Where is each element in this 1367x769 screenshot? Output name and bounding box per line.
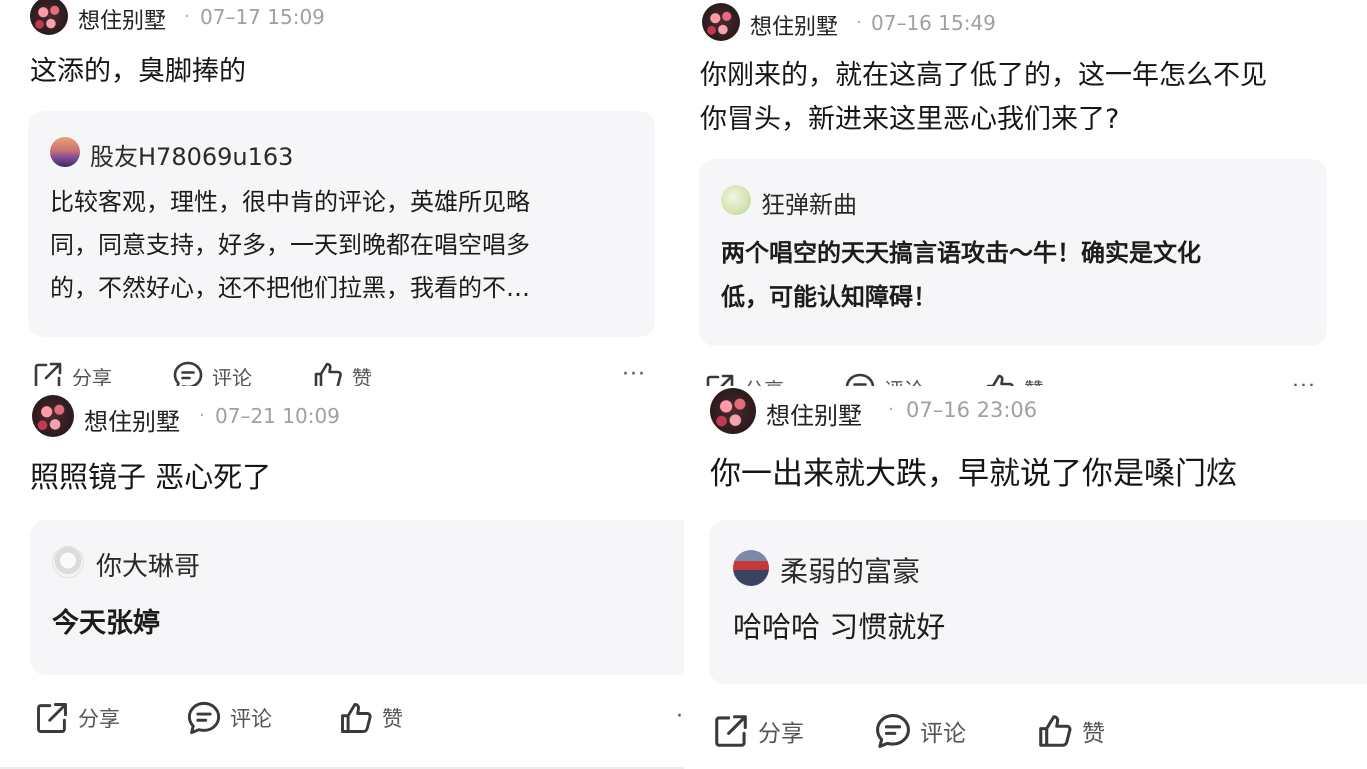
like-button[interactable]: 赞 bbox=[1036, 712, 1105, 750]
comment-text-line: 照照镜子 恶心死了 bbox=[30, 460, 272, 494]
separator-dot: · bbox=[888, 399, 894, 420]
like-button[interactable]: 赞 bbox=[984, 372, 1044, 386]
share-button[interactable]: 分享 bbox=[32, 360, 112, 386]
author-name[interactable]: 想住别墅 bbox=[750, 9, 838, 41]
author-avatar[interactable] bbox=[30, 0, 68, 35]
share-label: 分享 bbox=[72, 365, 112, 387]
comment-icon bbox=[876, 714, 910, 748]
comment-icon bbox=[173, 361, 203, 386]
like-button[interactable]: 赞 bbox=[312, 360, 372, 386]
share-icon bbox=[706, 374, 734, 386]
share-label: 分享 bbox=[744, 374, 784, 387]
comment-button[interactable]: 评论 bbox=[874, 712, 966, 750]
separator-dot: · bbox=[184, 6, 190, 27]
quote-text-line: 的，不然好心，还不把他们拉黑，我看的不… bbox=[50, 274, 530, 302]
author-avatar[interactable] bbox=[710, 388, 756, 434]
quote-author-avatar[interactable] bbox=[721, 185, 751, 215]
author-name[interactable]: 想住别墅 bbox=[766, 396, 862, 431]
quoted-reply[interactable]: 股友H78069u163 比较客观，理性，很中肯的评论，英雄所见略 同，同意支持… bbox=[28, 111, 655, 337]
comment-button[interactable]: 评论 bbox=[844, 372, 924, 386]
quote-text-line: 两个唱空的天天搞言语攻击～牛！确实是文化 bbox=[721, 239, 1201, 267]
comment-label: 评论 bbox=[230, 707, 272, 731]
quote-author-avatar[interactable] bbox=[733, 550, 769, 586]
like-label: 赞 bbox=[382, 707, 403, 731]
comment-card-1: 想住别墅 · 07–17 15:09 这添的，臭脚捧的 股友H78069u163… bbox=[0, 0, 684, 386]
quote-author-name[interactable]: 股友H78069u163 bbox=[90, 137, 293, 172]
post-time: 07–21 10:09 bbox=[215, 404, 340, 428]
quote-text-line: 比较客观，理性，很中肯的评论，英雄所见略 bbox=[50, 188, 530, 216]
comment-text-line: 这添的，臭脚捧的 bbox=[30, 56, 246, 87]
comment-card-2: 想住别墅 · 07–16 15:49 你刚来的，就在这高了低了的，这一年怎么不见… bbox=[684, 0, 1367, 386]
thumbs-up-icon bbox=[1039, 715, 1072, 747]
more-options-icon[interactable]: ··· bbox=[1292, 374, 1316, 386]
comment-card-4: 想住别墅 · 07–16 23:06 你一出来就大跌，早就说了你是嗓门炫 柔弱的… bbox=[684, 386, 1367, 769]
quote-text-line: 今天张婷 bbox=[52, 608, 160, 639]
more-options-icon[interactable]: ··· bbox=[622, 362, 646, 386]
quote-author-avatar[interactable] bbox=[52, 546, 84, 578]
share-button[interactable]: 分享 bbox=[34, 700, 120, 736]
comment-label: 评论 bbox=[884, 374, 924, 387]
comment-icon bbox=[845, 373, 875, 386]
quote-text-line: 低，可能认知障碍！ bbox=[721, 283, 937, 311]
like-button[interactable]: 赞 bbox=[338, 700, 403, 736]
quoted-reply[interactable]: 你大琳哥 今天张婷 bbox=[30, 520, 684, 675]
share-icon bbox=[715, 715, 747, 747]
quoted-reply[interactable]: 狂弹新曲 两个唱空的天天搞言语攻击～牛！确实是文化 低，可能认知障碍！ bbox=[699, 159, 1327, 346]
comment-text-line: 你一出来就大跌，早就说了你是嗓门炫 bbox=[710, 456, 1237, 492]
quoted-reply[interactable]: 柔弱的富豪 哈哈哈 习惯就好 bbox=[709, 520, 1367, 684]
author-avatar[interactable] bbox=[32, 395, 74, 437]
comment-label: 评论 bbox=[920, 721, 966, 747]
post-time: 07–16 23:06 bbox=[906, 398, 1038, 422]
comment-text-line: 你刚来的，就在这高了低了的，这一年怎么不见 bbox=[700, 60, 1267, 91]
quote-text-line: 同，同意支持，好多，一天到晚都在唱空唱多 bbox=[50, 231, 530, 259]
author-name[interactable]: 想住别墅 bbox=[78, 3, 166, 35]
separator-dot: · bbox=[856, 12, 862, 33]
quote-author-name[interactable]: 你大琳哥 bbox=[96, 546, 200, 583]
more-options-icon[interactable]: · bbox=[676, 704, 684, 729]
quote-author-name[interactable]: 狂弹新曲 bbox=[761, 185, 857, 220]
thumbs-up-icon bbox=[341, 703, 372, 733]
share-label: 分享 bbox=[78, 707, 120, 731]
thumbs-up-icon bbox=[314, 362, 342, 386]
comment-icon bbox=[187, 701, 221, 735]
share-icon bbox=[37, 703, 67, 733]
comment-button[interactable]: 评论 bbox=[172, 360, 252, 386]
like-label: 赞 bbox=[1024, 374, 1044, 387]
separator-dot: · bbox=[199, 405, 205, 426]
share-label: 分享 bbox=[758, 721, 804, 747]
share-button[interactable]: 分享 bbox=[712, 712, 804, 750]
post-time: 07–16 15:49 bbox=[871, 11, 996, 35]
comment-card-3: 想住别墅 · 07–21 10:09 照照镜子 恶心死了 你大琳哥 今天张婷 分… bbox=[0, 386, 684, 769]
like-label: 赞 bbox=[352, 365, 372, 387]
share-button[interactable]: 分享 bbox=[704, 372, 784, 386]
share-icon bbox=[34, 362, 62, 386]
author-avatar[interactable] bbox=[702, 3, 740, 41]
comment-label: 评论 bbox=[212, 365, 252, 387]
quote-text-line: 哈哈哈 习惯就好 bbox=[733, 610, 946, 644]
post-time: 07–17 15:09 bbox=[200, 5, 325, 29]
author-name[interactable]: 想住别墅 bbox=[84, 402, 180, 437]
quote-author-name[interactable]: 柔弱的富豪 bbox=[780, 550, 920, 590]
like-label: 赞 bbox=[1082, 721, 1105, 747]
comment-text-line: 你冒头，新进来这里恶心我们来了? bbox=[700, 104, 1120, 135]
quote-author-avatar[interactable] bbox=[50, 137, 80, 167]
thumbs-up-icon bbox=[986, 374, 1014, 386]
comment-button[interactable]: 评论 bbox=[186, 700, 272, 736]
